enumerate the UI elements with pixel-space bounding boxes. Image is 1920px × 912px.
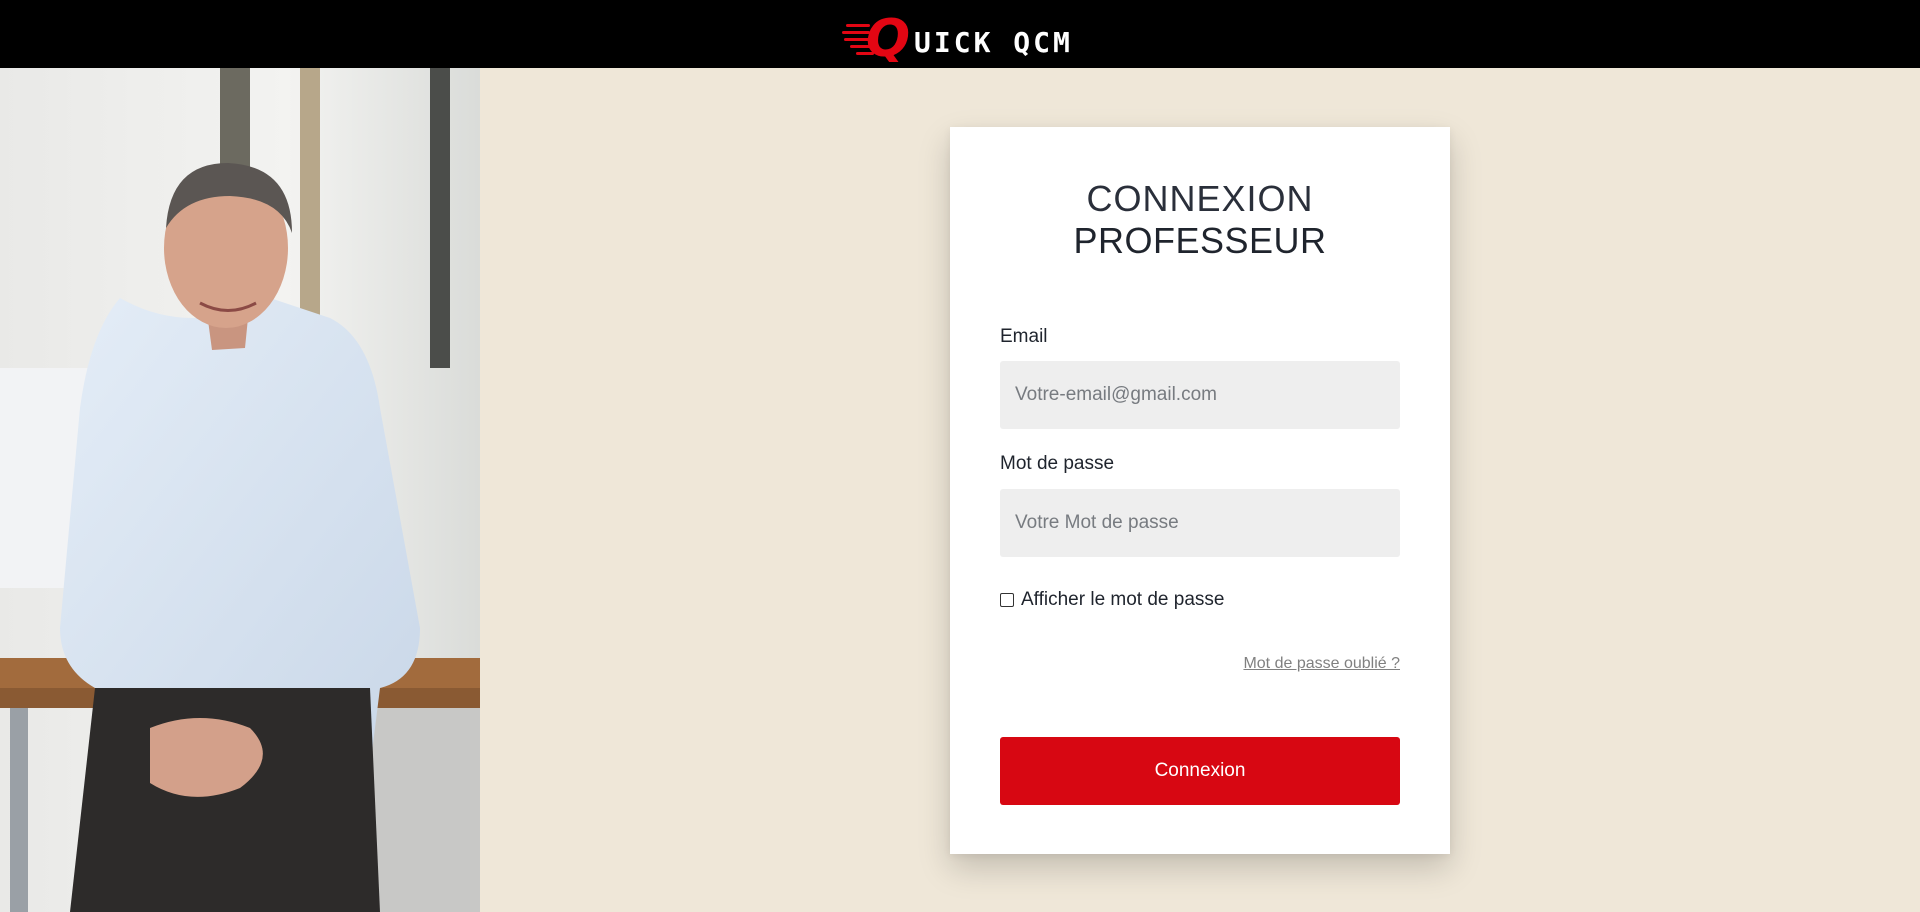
email-field[interactable] [1000,361,1400,429]
speed-lines-q-icon: Q [842,9,910,62]
show-password-label[interactable]: Afficher le mot de passe [1021,589,1224,611]
email-label: Email [1000,326,1048,347]
teacher-photo [0,68,480,912]
login-card: CONNEXION PROFESSEUR Email Mot de passe … [950,127,1450,854]
forgot-password-link[interactable]: Mot de passe oublié ? [1243,655,1400,673]
show-password-checkbox[interactable] [1000,592,1014,607]
login-title-line1: CONNEXION [1086,178,1314,219]
logo-letter-q: Q [866,9,910,62]
password-label: Mot de passe [1000,453,1115,474]
password-field[interactable] [1000,489,1400,557]
login-title-line2: PROFESSEUR [1073,220,1327,261]
logo-text: UICK QCM [914,26,1073,59]
quick-qcm-logo[interactable]: Q UICK QCM [842,6,1082,62]
top-bar: Q UICK QCM [0,0,1920,68]
show-password-row[interactable]: Afficher le mot de passe [1000,589,1224,611]
login-submit-button[interactable]: Connexion [1000,737,1400,805]
teacher-photo-illustration [0,68,480,912]
